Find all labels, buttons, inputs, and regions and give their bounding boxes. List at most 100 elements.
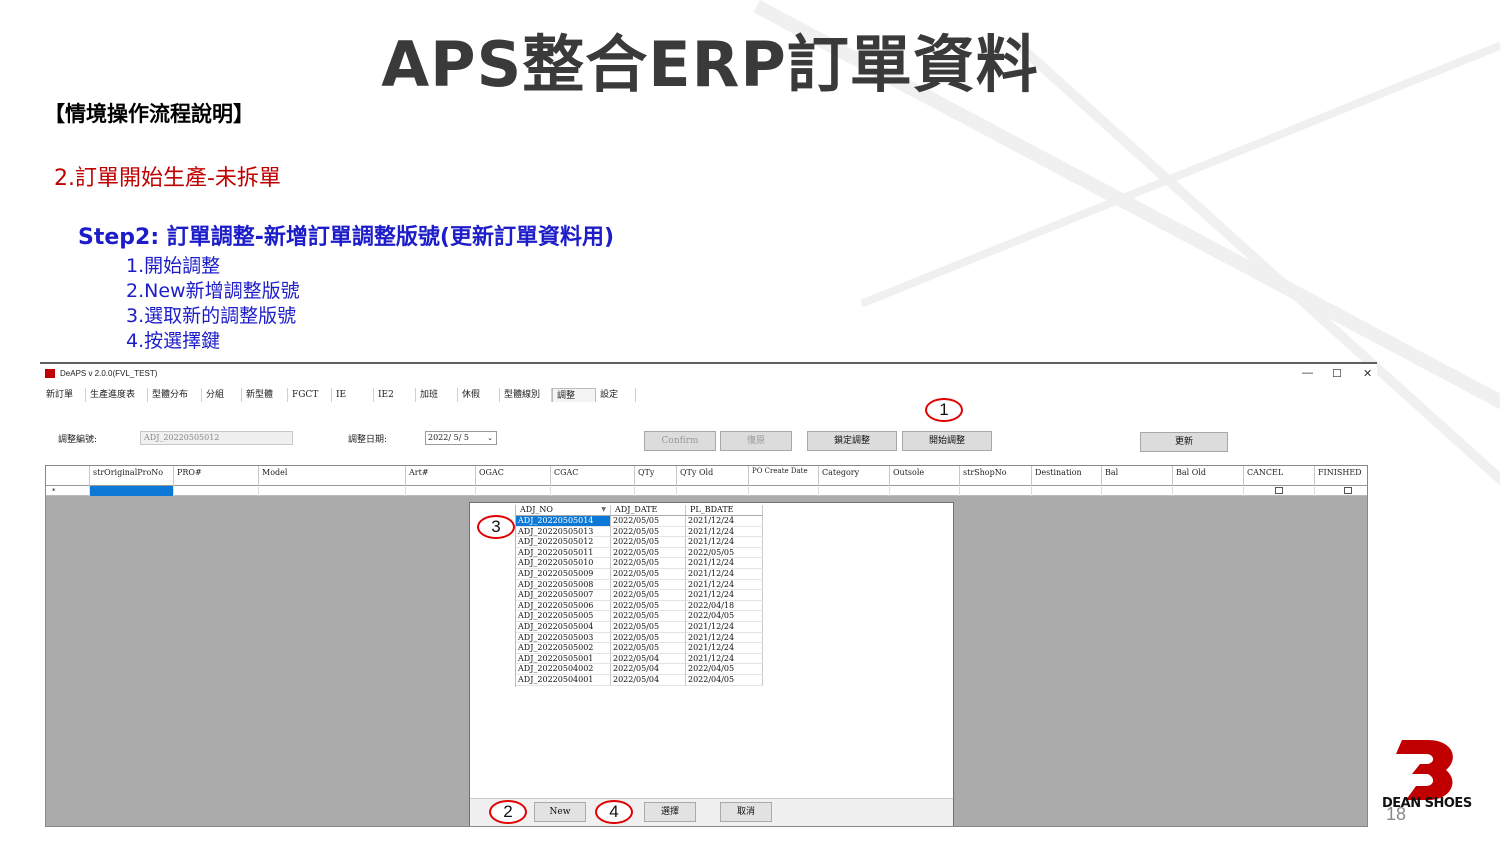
confirm-button[interactable]: Confirm bbox=[644, 431, 716, 451]
table-cell[interactable]: ADJ_20220504001 bbox=[516, 675, 611, 686]
table-cell[interactable]: ADJ_20220505008 bbox=[516, 579, 611, 591]
tab-model-dist[interactable]: 型體分布 bbox=[148, 388, 202, 402]
table-cell[interactable]: ADJ_20220505003 bbox=[516, 632, 611, 644]
column-header[interactable]: strOriginalProNo bbox=[90, 466, 174, 486]
tab-group[interactable]: 分組 bbox=[202, 388, 242, 402]
table-cell[interactable]: ADJ_20220504002 bbox=[516, 664, 611, 675]
table-cell[interactable]: 2021/12/24 bbox=[686, 653, 763, 665]
table-cell[interactable]: ADJ_20220505010 bbox=[516, 558, 611, 569]
table-cell[interactable]: ADJ_20220505014 bbox=[516, 516, 611, 527]
table-cell[interactable]: 2022/05/05 bbox=[611, 600, 686, 612]
grid-cell[interactable] bbox=[476, 486, 551, 496]
grid-cell[interactable] bbox=[960, 486, 1032, 496]
column-header[interactable]: strShopNo bbox=[960, 466, 1032, 486]
update-button[interactable]: 更新 bbox=[1140, 432, 1228, 452]
grid-cell[interactable] bbox=[1102, 486, 1173, 496]
new-button[interactable]: New bbox=[534, 802, 586, 822]
table-cell[interactable]: 2021/12/24 bbox=[686, 537, 763, 548]
table-cell[interactable]: 2021/12/24 bbox=[686, 643, 763, 654]
cancel-checkbox[interactable] bbox=[1275, 487, 1283, 494]
table-cell[interactable]: 2021/12/24 bbox=[686, 558, 763, 569]
table-cell[interactable]: 2022/05/04 bbox=[611, 675, 686, 686]
adj-no-field[interactable]: ADJ_20220505012 bbox=[140, 431, 293, 445]
table-cell[interactable]: 2021/12/24 bbox=[686, 579, 763, 591]
table-cell[interactable]: 2022/05/05 bbox=[611, 526, 686, 538]
tab-fgct[interactable]: FGCT bbox=[288, 388, 332, 402]
grid-cell[interactable] bbox=[1032, 486, 1102, 496]
column-header[interactable]: PO Create Date bbox=[749, 466, 819, 486]
table-cell[interactable]: 2022/05/05 bbox=[611, 569, 686, 580]
table-cell[interactable]: 2022/05/05 bbox=[611, 622, 686, 633]
tab-holiday[interactable]: 休假 bbox=[458, 388, 500, 402]
restore-button[interactable]: 復原 bbox=[720, 431, 792, 451]
table-cell[interactable]: 2022/05/05 bbox=[611, 643, 686, 654]
column-header-pl-bdate[interactable]: PL_BDATE bbox=[686, 505, 763, 516]
table-cell[interactable]: 2022/05/05 bbox=[611, 558, 686, 569]
column-header[interactable]: QTy bbox=[635, 466, 677, 486]
table-cell[interactable]: ADJ_20220505013 bbox=[516, 526, 611, 538]
table-cell[interactable]: 2022/05/04 bbox=[611, 664, 686, 675]
table-cell[interactable]: 2021/12/24 bbox=[686, 516, 763, 527]
table-cell[interactable]: 2022/04/18 bbox=[686, 600, 763, 612]
table-cell[interactable]: ADJ_20220505007 bbox=[516, 590, 611, 601]
column-header[interactable]: CANCEL bbox=[1244, 466, 1315, 486]
table-cell[interactable]: 2022/05/04 bbox=[611, 653, 686, 665]
table-cell[interactable]: 2022/04/05 bbox=[686, 664, 763, 675]
tab-adjust[interactable]: 調整 bbox=[552, 388, 596, 402]
grid-cell[interactable] bbox=[635, 486, 677, 496]
column-header[interactable]: QTy Old bbox=[677, 466, 749, 486]
start-adjust-button[interactable]: 開始調整 bbox=[902, 431, 992, 451]
table-cell[interactable]: 2021/12/24 bbox=[686, 590, 763, 601]
tab-ie2[interactable]: IE2 bbox=[374, 388, 416, 402]
adj-date-picker[interactable]: 2022/ 5/ 5 ⌄ bbox=[425, 431, 497, 445]
table-cell[interactable]: ADJ_20220505006 bbox=[516, 600, 611, 612]
table-cell[interactable]: 2022/05/05 bbox=[611, 516, 686, 527]
column-header[interactable]: CGAC bbox=[551, 466, 635, 486]
minimize-icon[interactable]: — bbox=[1302, 367, 1313, 379]
column-header[interactable]: Model bbox=[259, 466, 406, 486]
column-header[interactable]: PRO# bbox=[174, 466, 259, 486]
table-cell[interactable]: 2021/12/24 bbox=[686, 569, 763, 580]
tab-progress[interactable]: 生產進度表 bbox=[86, 388, 148, 402]
table-cell[interactable]: 2022/05/05 bbox=[611, 632, 686, 644]
column-header[interactable]: FINISHED bbox=[1315, 466, 1369, 486]
table-cell[interactable]: 2022/05/05 bbox=[686, 547, 763, 559]
tab-new-model[interactable]: 新型體 bbox=[242, 388, 288, 402]
tab-overtime[interactable]: 加班 bbox=[416, 388, 458, 402]
column-header[interactable]: Art# bbox=[406, 466, 476, 486]
cancel-button[interactable]: 取消 bbox=[720, 802, 772, 822]
column-header[interactable]: Outsole bbox=[890, 466, 960, 486]
tab-new-order[interactable]: 新訂單 bbox=[42, 388, 86, 402]
table-cell[interactable]: ADJ_20220505004 bbox=[516, 622, 611, 633]
grid-cell[interactable] bbox=[174, 486, 259, 496]
column-header[interactable]: Bal Old bbox=[1173, 466, 1244, 486]
tab-settings[interactable]: 設定 bbox=[596, 388, 636, 402]
table-cell[interactable]: 2022/04/05 bbox=[686, 611, 763, 622]
grid-cell[interactable] bbox=[819, 486, 890, 496]
grid-cell[interactable] bbox=[551, 486, 635, 496]
grid-cell[interactable] bbox=[749, 486, 819, 496]
table-cell[interactable]: ADJ_20220505009 bbox=[516, 569, 611, 580]
table-cell[interactable]: 2021/12/24 bbox=[686, 622, 763, 633]
grid-cell[interactable] bbox=[259, 486, 406, 496]
column-header[interactable]: Destination bbox=[1032, 466, 1102, 486]
table-cell[interactable]: 2022/05/05 bbox=[611, 611, 686, 622]
tab-ie[interactable]: IE bbox=[332, 388, 374, 402]
lock-adjust-button[interactable]: 鎖定調整 bbox=[807, 431, 897, 451]
table-cell[interactable]: 2022/04/05 bbox=[686, 675, 763, 686]
table-cell[interactable]: 2021/12/24 bbox=[686, 632, 763, 644]
column-header[interactable]: Category bbox=[819, 466, 890, 486]
table-cell[interactable]: ADJ_20220505002 bbox=[516, 643, 611, 654]
close-icon[interactable]: ✕ bbox=[1363, 367, 1372, 380]
table-cell[interactable]: ADJ_20220505011 bbox=[516, 547, 611, 559]
table-cell[interactable]: 2022/05/05 bbox=[611, 579, 686, 591]
maximize-icon[interactable]: ☐ bbox=[1332, 367, 1342, 380]
column-header[interactable]: OGAC bbox=[476, 466, 551, 486]
table-cell[interactable]: ADJ_20220505005 bbox=[516, 611, 611, 622]
column-header-adj-date[interactable]: ADJ_DATE bbox=[611, 505, 686, 516]
table-cell[interactable]: ADJ_20220505012 bbox=[516, 537, 611, 548]
table-cell[interactable]: 2022/05/05 bbox=[611, 537, 686, 548]
select-button[interactable]: 選擇 bbox=[644, 802, 696, 822]
tab-model-line[interactable]: 型體線別 bbox=[500, 388, 552, 402]
table-cell[interactable]: 2022/05/05 bbox=[611, 590, 686, 601]
